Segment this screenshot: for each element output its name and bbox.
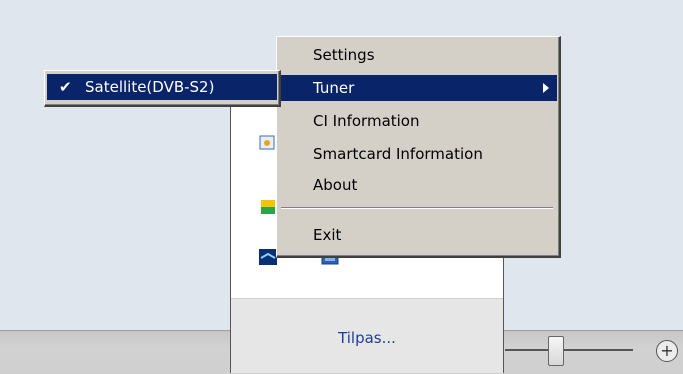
menu-item-exit[interactable]: Exit bbox=[279, 222, 557, 248]
submenu-item-satellite-label: Satellite(DVB-S2) bbox=[85, 78, 215, 96]
submenu-arrow-icon bbox=[543, 83, 549, 93]
context-menu: Settings Tuner CI Information Smartcard … bbox=[276, 36, 561, 258]
tray-app-icon-1[interactable] bbox=[259, 134, 277, 152]
zoom-slider-track[interactable] bbox=[505, 349, 633, 351]
menu-item-tuner-label: Tuner bbox=[313, 79, 355, 97]
menu-item-smartcard-information[interactable]: Smartcard Information bbox=[279, 141, 557, 167]
menu-item-ci-information[interactable]: CI Information bbox=[279, 108, 557, 134]
menu-item-about[interactable]: About bbox=[279, 172, 557, 198]
zoom-slider-thumb[interactable] bbox=[548, 336, 564, 366]
flyout-footer: Tilpas... bbox=[231, 298, 503, 373]
tray-app-icon-3[interactable] bbox=[259, 248, 277, 266]
checkmark-icon: ✔ bbox=[59, 78, 72, 96]
tuner-submenu: ✔ Satellite(DVB-S2) bbox=[44, 70, 281, 107]
submenu-item-satellite[interactable]: ✔ Satellite(DVB-S2) bbox=[47, 74, 277, 100]
customize-link[interactable]: Tilpas... bbox=[231, 329, 503, 347]
tray-app-icon-2[interactable] bbox=[259, 198, 277, 216]
menu-separator bbox=[281, 207, 553, 209]
menu-item-tuner[interactable]: Tuner bbox=[279, 75, 557, 101]
menu-item-settings[interactable]: Settings bbox=[279, 42, 557, 68]
zoom-in-icon[interactable]: + bbox=[656, 340, 678, 362]
